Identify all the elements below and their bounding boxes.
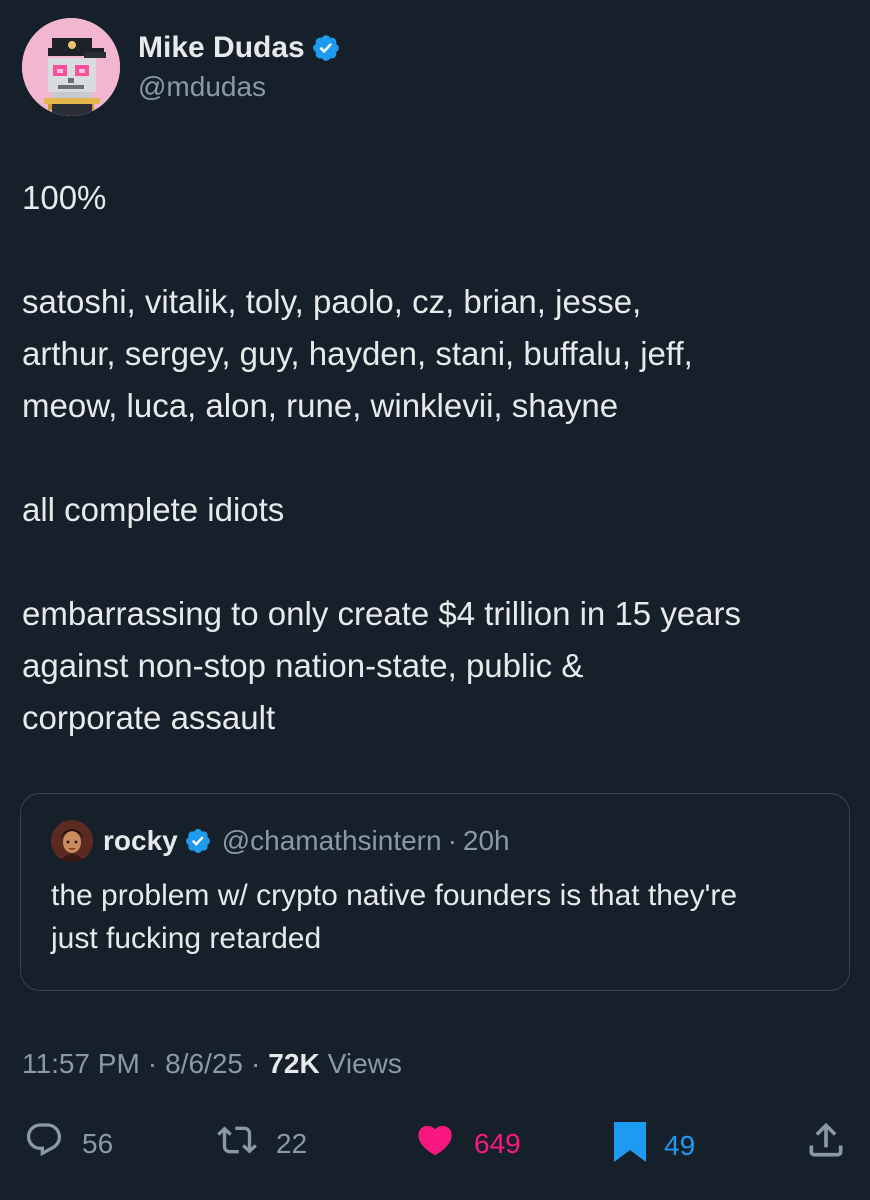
reply-count: 56 xyxy=(82,1127,114,1159)
quoted-tweet-text: the problem w/ crypto native founders is… xyxy=(51,879,738,955)
author-name[interactable]: Mike Dudas xyxy=(138,29,305,67)
heart-icon xyxy=(412,1120,458,1167)
verified-badge-icon xyxy=(311,33,341,63)
verified-badge-icon xyxy=(184,827,212,855)
views-label: Views xyxy=(327,1048,402,1079)
author-handle[interactable]: @mdudas xyxy=(138,68,341,106)
repost-button[interactable]: 22 xyxy=(214,1120,307,1167)
like-button[interactable]: 649 xyxy=(412,1120,521,1167)
reply-icon xyxy=(22,1120,66,1167)
quoted-timestamp: 20h xyxy=(462,825,510,856)
repost-icon xyxy=(214,1120,260,1167)
tweet-paragraph: embarrassing to only create $4 trillion … xyxy=(22,595,742,736)
bookmark-icon xyxy=(612,1120,648,1171)
quoted-author-name: rocky xyxy=(103,825,178,856)
action-bar: 56 22 649 49 xyxy=(0,1112,870,1168)
tweet-detail: Mike Dudas @mdudas 100% satoshi, vitalik… xyxy=(0,0,870,1200)
tweet-header: Mike Dudas @mdudas xyxy=(22,18,341,116)
repost-count: 22 xyxy=(276,1127,308,1159)
separator-dot: · xyxy=(147,1048,158,1079)
reply-button[interactable]: 56 xyxy=(22,1120,113,1167)
tweet-text: 100% satoshi, vitalik, toly, paolo, cz, … xyxy=(22,172,852,744)
separator-dot: · xyxy=(447,825,457,856)
tweet-paragraph: 100% xyxy=(22,179,107,216)
bookmark-count: 49 xyxy=(664,1129,696,1161)
tweet-paragraph: satoshi, vitalik, toly, paolo, cz, brian… xyxy=(22,283,693,424)
share-button[interactable] xyxy=(804,1118,848,1169)
quoted-tweet[interactable]: rocky @chamathsintern · 20h the problem … xyxy=(20,793,850,991)
share-icon xyxy=(804,1118,848,1169)
bookmark-button[interactable]: 49 xyxy=(612,1120,695,1171)
tweet-meta: 11:57 PM · 8/6/25 · 72K Views xyxy=(22,1044,402,1084)
like-count: 649 xyxy=(474,1127,521,1159)
tweet-date[interactable]: 8/6/25 xyxy=(165,1044,243,1084)
views-count: 72K xyxy=(268,1048,320,1079)
pixel-skull-avatar-icon xyxy=(22,18,120,116)
separator-dot: · xyxy=(250,1048,261,1079)
tweet-time[interactable]: 11:57 PM xyxy=(22,1044,140,1084)
avatar[interactable] xyxy=(22,18,120,116)
quoted-avatar xyxy=(51,820,93,862)
tweet-paragraph: all complete idiots xyxy=(22,491,285,528)
quoted-author-handle: @chamathsintern xyxy=(221,825,442,856)
